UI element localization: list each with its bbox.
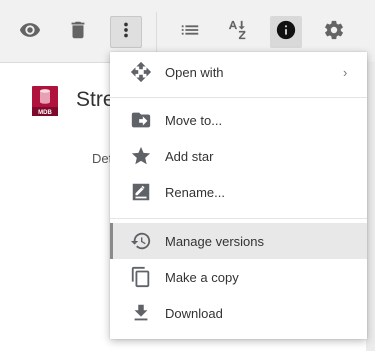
list-icon (179, 19, 201, 46)
settings-button[interactable] (318, 16, 350, 48)
context-menu: Open with › Move to... Add star Rename..… (110, 52, 367, 339)
menu-item-label: Open with (165, 65, 224, 80)
sort-button[interactable] (222, 16, 254, 48)
menu-item-download[interactable]: Download (110, 295, 367, 331)
svg-text:MDB: MDB (38, 110, 52, 116)
menu-item-move-to[interactable]: Move to... (110, 102, 367, 138)
more-vert-icon (115, 19, 137, 46)
details-button[interactable] (270, 16, 302, 48)
trash-icon (67, 19, 89, 46)
delete-button[interactable] (62, 16, 94, 48)
eye-icon (19, 19, 41, 46)
move-to-folder-icon (130, 109, 152, 131)
sort-az-icon (227, 19, 249, 46)
menu-divider (110, 218, 367, 219)
file-name: Stre (76, 88, 115, 111)
more-actions-button[interactable] (110, 16, 142, 48)
menu-item-label: Move to... (165, 113, 223, 128)
copy-icon (130, 266, 152, 288)
history-icon (130, 230, 152, 252)
rename-icon (130, 181, 152, 203)
menu-item-add-star[interactable]: Add star (110, 138, 367, 174)
menu-divider (110, 97, 367, 98)
menu-item-label: Make a copy (165, 270, 239, 285)
preview-button[interactable] (14, 16, 46, 48)
menu-item-rename[interactable]: Rename... (110, 174, 367, 210)
scroll-edge (366, 62, 375, 351)
mdb-file-icon: MDB (31, 86, 59, 116)
menu-item-manage-versions[interactable]: Manage versions (110, 223, 367, 259)
menu-item-make-a-copy[interactable]: Make a copy (110, 259, 367, 295)
menu-item-label: Add star (165, 149, 214, 164)
list-view-button[interactable] (174, 16, 206, 48)
info-icon (275, 19, 297, 46)
chevron-right-icon: › (343, 65, 348, 80)
gear-icon (323, 19, 345, 46)
download-icon (130, 302, 152, 324)
star-icon (130, 145, 152, 167)
menu-item-label: Manage versions (165, 234, 264, 249)
menu-item-label: Rename... (165, 185, 225, 200)
toolbar-divider (156, 12, 157, 52)
open-with-icon (130, 61, 152, 83)
menu-item-open-with[interactable]: Open with › (110, 54, 367, 90)
menu-item-label: Download (165, 306, 223, 321)
